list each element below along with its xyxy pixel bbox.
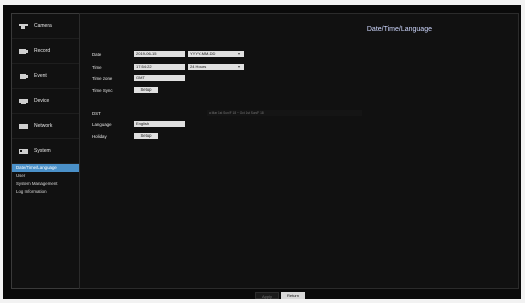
time-format-select[interactable]: 24 Hours ▾ [188, 64, 244, 70]
sidebar-subitem-user[interactable]: User [12, 172, 79, 180]
event-icon [17, 72, 30, 81]
holiday-label: Holiday [92, 134, 107, 139]
record-icon [17, 47, 30, 56]
sidebar-item-label: Event [34, 73, 47, 79]
date-format-select[interactable]: YYYY-MM-DD ▾ [188, 51, 244, 57]
date-field[interactable]: 2019-06-15 [134, 51, 185, 57]
time-label: Time [92, 65, 102, 70]
sidebar-item-network[interactable]: Network [12, 114, 79, 139]
chevron-down-icon: ▾ [237, 64, 240, 69]
dvr-screen: Camera Record Event Device Network Syste… [3, 5, 521, 299]
sidebar-item-label: Device [34, 98, 50, 104]
sidebar-item-camera[interactable]: Camera [12, 14, 79, 39]
date-format-label: YYYY-MM-DD [190, 51, 216, 56]
apply-button[interactable]: Apply [255, 292, 279, 299]
sidebar-subitem-log-information[interactable]: Log Information [12, 188, 79, 196]
return-button[interactable]: Return [281, 292, 305, 299]
time-zone-field[interactable]: GMT [134, 75, 185, 81]
sidebar-item-label: Camera [34, 23, 52, 29]
chevron-down-icon: ▾ [237, 51, 240, 56]
language-field[interactable]: English [134, 121, 185, 127]
sidebar-subitem-system-management[interactable]: System Management [12, 180, 79, 188]
dst-settings[interactable]: a Mar 1st Sun/F 18 ~ Oct 1st Sun/F 18 [207, 110, 362, 116]
sidebar-subitem-date-time-language[interactable]: Date/Time/Language [12, 164, 79, 172]
settings-panel: Date/Time/Language Date 2019-06-15 YYYY-… [79, 13, 519, 289]
system-icon [17, 147, 30, 156]
time-sync-setup-button[interactable]: Setup [134, 87, 158, 93]
dst-label: DST [92, 111, 101, 116]
network-icon [17, 122, 30, 131]
sidebar-item-label: Record [34, 48, 51, 54]
time-sync-label: Time Sync [92, 88, 113, 93]
footer: Apply Return [79, 290, 517, 302]
sidebar-item-label: System [34, 148, 51, 154]
sidebar-item-label: Network [34, 123, 53, 129]
sidebar-item-event[interactable]: Event [12, 64, 79, 89]
holiday-setup-button[interactable]: Setup [134, 133, 158, 139]
time-zone-label: Time zone [92, 76, 113, 81]
device-icon [17, 97, 30, 106]
time-format-label: 24 Hours [190, 64, 207, 69]
camera-icon [17, 22, 30, 31]
date-label: Date [92, 52, 102, 57]
page-title: Date/Time/Language [366, 26, 432, 33]
sidebar-item-device[interactable]: Device [12, 89, 79, 114]
sidebar-item-system[interactable]: System [12, 139, 79, 164]
language-label: Language [92, 122, 112, 127]
time-field[interactable]: 17:54:22 [134, 64, 185, 70]
sidebar: Camera Record Event Device Network Syste… [11, 13, 80, 289]
sidebar-item-record[interactable]: Record [12, 39, 79, 64]
